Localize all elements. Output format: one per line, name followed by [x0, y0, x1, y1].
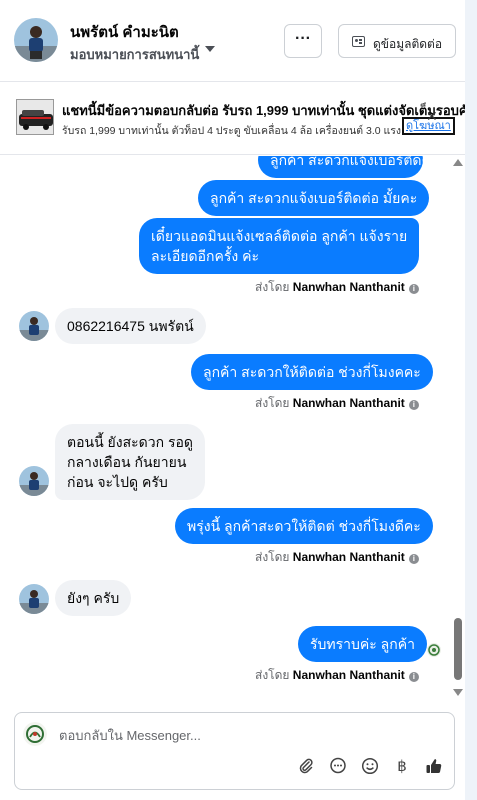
scroll-down-arrow-icon[interactable]: [453, 689, 463, 696]
reply-composer: ฿: [14, 712, 455, 790]
scrollbar-thumb[interactable]: [454, 618, 462, 680]
contact-avatar[interactable]: [14, 18, 58, 62]
info-icon[interactable]: i: [408, 554, 419, 564]
contact-card-icon: [352, 36, 365, 47]
outgoing-message: เดี๋ยวแอดมินแจ้งเซลล์ติดต่อ ลูกค้า แจ้งร…: [139, 218, 420, 274]
sent-by-label: ส่งโดย Nanwhan Nanthanit i: [255, 548, 419, 567]
sender-name: Nanwhan Nanthanit: [292, 668, 405, 682]
sent-by-prefix: ส่งโดย: [255, 396, 290, 410]
info-icon[interactable]: i: [408, 400, 419, 410]
view-contact-label: ดูข้อมูลติดต่อ: [373, 37, 443, 51]
page-avatar: [23, 722, 47, 746]
sender-name: Nanwhan Nanthanit: [292, 280, 405, 294]
sender-name: Nanwhan Nanthanit: [292, 550, 405, 564]
outgoing-message: ลูกค้า สะดวกให้ติดต่อ ช่วงกี่โมงคคะ: [191, 354, 433, 390]
chat-bubble-icon[interactable]: [328, 757, 348, 777]
baht-icon[interactable]: ฿: [392, 757, 412, 777]
message-line: เดี๋ยวแอดมินแจ้งเซลล์ติดต่อ ลูกค้า แจ้งร…: [151, 228, 408, 244]
message-line: ตอนนี้ ยังสะดวก รอดู: [67, 434, 193, 450]
info-icon[interactable]: i: [408, 672, 419, 682]
assign-conversation-dropdown[interactable]: มอบหมายการสนทนานี้: [70, 44, 199, 65]
contact-avatar: [19, 466, 49, 496]
smiley-icon[interactable]: [360, 757, 380, 777]
sent-by-label: ส่งโดย Nanwhan Nanthanit i: [255, 394, 419, 413]
incoming-message: 0862216475 นพรัตน์: [55, 308, 206, 344]
ad-subtitle: รับรถ 1,999 บาทเท่านั้น ตัวท็อป 4 ประตู …: [62, 125, 402, 137]
incoming-message: ตอนนี้ ยังสะดวก รอดู กลางเดือน กันยายน ก…: [55, 424, 205, 500]
scroll-up-arrow-icon[interactable]: [453, 159, 463, 166]
ad-context-banner: แชทนี้มีข้อความตอบกลับต่อ รับรถ 1,999 บา…: [0, 83, 465, 155]
thumbs-up-icon[interactable]: [424, 757, 444, 777]
contact-avatar: [19, 584, 49, 614]
ad-thumbnail: [16, 99, 54, 135]
window-edge: [465, 0, 477, 800]
outgoing-message: รับทราบค่ะ ลูกค้า: [298, 626, 427, 662]
reply-input[interactable]: [59, 725, 439, 745]
caret-down-icon[interactable]: [205, 46, 215, 52]
view-contact-button[interactable]: ดูข้อมูลติดต่อ: [338, 24, 456, 58]
outgoing-message: ลูกค้า สะดวกแจ้งเบอร์ติดต่อ: [258, 156, 423, 178]
seen-avatar-icon: [427, 643, 441, 657]
close-icon[interactable]: ✕: [426, 109, 438, 123]
outgoing-message: พรุ่งนี้ ลูกค้าสะดวให้ติดต่ ช่วงกี่โมงดี…: [175, 508, 433, 544]
sent-by-label: ส่งโดย Nanwhan Nanthanit i: [255, 666, 419, 685]
contact-avatar: [19, 311, 49, 341]
conversation-header: นพรัตน์ คำมะนิต มอบหมายการสนทนานี้ ··· ด…: [0, 0, 465, 82]
incoming-message: ยังๆ ครับ: [55, 580, 132, 616]
message-line: ละเอียดอีกครั้ง ค่ะ: [151, 248, 259, 264]
sent-by-prefix: ส่งโดย: [255, 280, 290, 294]
message-line: ก่อน จะไปดู ครับ: [67, 474, 168, 490]
paperclip-icon[interactable]: [296, 757, 316, 777]
sent-by-label: ส่งโดย Nanwhan Nanthanit i: [255, 278, 419, 297]
sender-name: Nanwhan Nanthanit: [292, 396, 405, 410]
info-icon[interactable]: i: [408, 284, 419, 294]
message-line: กลางเดือน กันยายน: [67, 454, 187, 470]
outgoing-message: ลูกค้า สะดวกแจ้งเบอร์ติดต่อ มั้ยคะ: [198, 180, 430, 216]
message-thread[interactable]: ลูกค้า สะดวกแจ้งเบอร์ติดต่อ ลูกค้า สะดวก…: [0, 156, 465, 700]
sent-by-prefix: ส่งโดย: [255, 550, 290, 564]
more-options-button[interactable]: ···: [284, 24, 322, 58]
contact-name: นพรัตน์ คำมะนิต: [70, 24, 179, 41]
sent-by-prefix: ส่งโดย: [255, 668, 290, 682]
